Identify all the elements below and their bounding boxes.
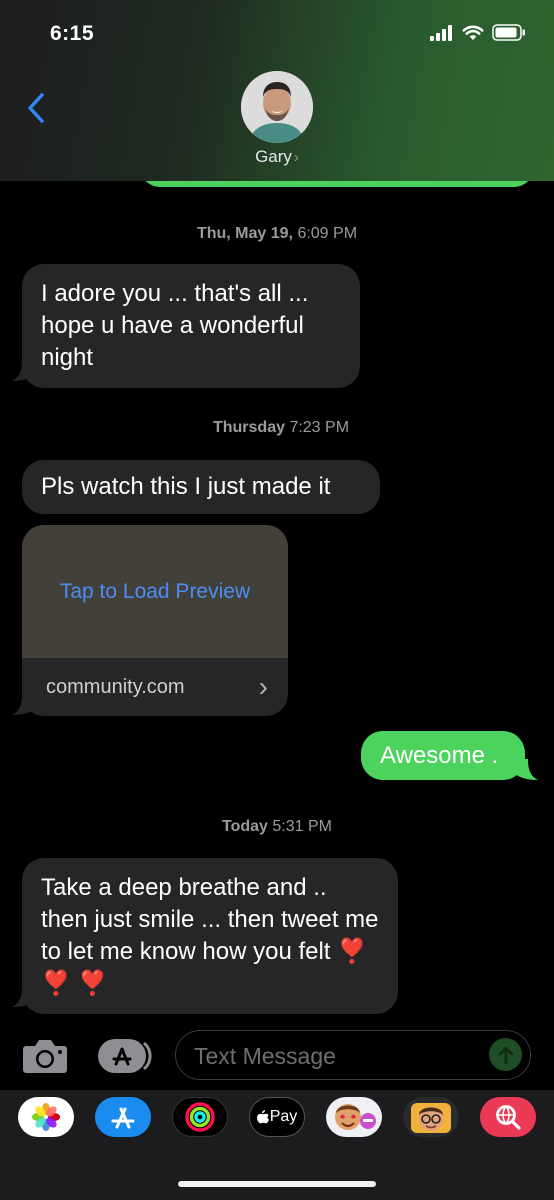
bubble-tail	[12, 986, 36, 1007]
memoji-icon[interactable]	[403, 1097, 459, 1137]
contact-name: Gary	[255, 147, 292, 166]
activity-rings	[185, 1102, 215, 1132]
camera-button[interactable]	[22, 1038, 68, 1079]
message-timestamp: Today 5:31 PM	[222, 818, 332, 835]
cellular-signal-icon	[430, 24, 452, 41]
link-domain: community.com	[46, 675, 185, 698]
activity-icon[interactable]	[172, 1097, 228, 1137]
send-button[interactable]	[489, 1038, 522, 1071]
memoji-stickers-faces	[335, 1104, 376, 1130]
message-text: I adore you ... that's all ... hope u ha…	[41, 280, 309, 371]
conversation-header: 6:15 Gary ›	[0, 0, 554, 181]
received-message-bubble[interactable]: Pls watch this I just made it	[22, 460, 380, 514]
battery-icon	[492, 24, 525, 41]
status-icons	[430, 24, 526, 41]
back-button[interactable]	[18, 88, 54, 128]
message-timestamp: Thu, May 19, 6:09 PM	[196, 225, 358, 242]
app-store-icon[interactable]	[95, 1097, 151, 1137]
memoji-face	[411, 1103, 451, 1133]
contact-avatar[interactable]	[241, 71, 313, 143]
text-message-input[interactable]: Text Message	[175, 1030, 531, 1080]
tap-to-load-preview-link[interactable]: Tap to Load Preview	[60, 580, 250, 604]
chevron-left-icon	[28, 93, 44, 123]
app-store-glyph	[111, 1107, 135, 1129]
apple-pay-icon[interactable]: Pay	[249, 1097, 305, 1137]
camera-icon	[23, 1040, 67, 1073]
link-preview-image[interactable]: Tap to Load Preview	[22, 525, 288, 658]
memoji-stickers-icon[interactable]	[326, 1097, 382, 1137]
message-text: Pls watch this I just made it	[41, 473, 331, 500]
bubble-tail	[12, 694, 36, 715]
chevron-right-icon: ›	[258, 671, 268, 702]
message-text: Awesome .	[380, 742, 499, 769]
wifi-icon	[462, 25, 484, 40]
contact-name-button[interactable]: Gary ›	[0, 147, 554, 167]
apple-pay-label: Pay	[269, 1108, 298, 1125]
app-store-drawer-button[interactable]	[97, 1037, 153, 1080]
sent-message-bubble[interactable]: Awesome .	[361, 731, 525, 780]
message-timestamp: Thursday 7:23 PM	[212, 419, 350, 436]
photos-icon[interactable]	[18, 1097, 74, 1137]
apps-icon	[98, 1039, 152, 1073]
chevron-right-icon: ›	[293, 149, 299, 166]
magnifier-globe-icon	[496, 1105, 521, 1130]
bubble-tail	[514, 759, 538, 780]
text-message-placeholder: Text Message	[194, 1043, 336, 1069]
status-time: 6:15	[50, 22, 95, 45]
link-preview-card[interactable]: Tap to Load Preview community.com ›	[22, 525, 288, 716]
contact-photo	[241, 71, 313, 143]
received-message-bubble[interactable]: Take a deep breathe and .. then just smi…	[22, 858, 398, 1014]
bubble-tail	[12, 360, 36, 381]
link-preview-footer[interactable]: community.com ›	[22, 658, 288, 716]
search-images-icon[interactable]	[480, 1097, 536, 1137]
received-message-bubble[interactable]: I adore you ... that's all ... hope u ha…	[22, 264, 360, 388]
message-text: Take a deep breathe and .. then just smi…	[41, 874, 379, 997]
photos-flower	[32, 1103, 60, 1131]
home-indicator[interactable]	[178, 1181, 376, 1187]
apple-logo-icon	[256, 1110, 269, 1124]
arrow-up-icon	[498, 1046, 513, 1064]
message-composer: Text Message	[0, 1024, 554, 1090]
